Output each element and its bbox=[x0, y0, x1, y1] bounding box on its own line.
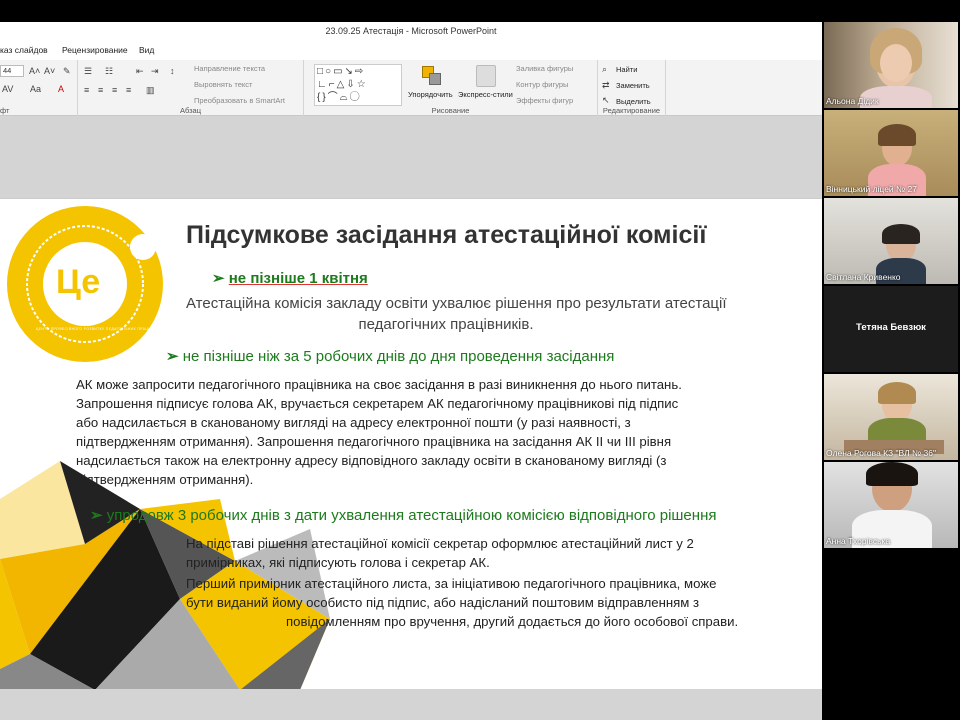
geometric-decoration bbox=[0, 461, 330, 689]
participant-tile[interactable]: Вінницький ліцей № 27 bbox=[824, 110, 958, 196]
drawing-group-label: Рисование bbox=[431, 106, 470, 115]
arrange-button[interactable]: Упорядочить bbox=[408, 90, 453, 99]
bullet1-text: не пізніше 1 квітня bbox=[228, 270, 368, 287]
invitation-line-1: АК може запросити педагогічного працівни… bbox=[76, 377, 682, 392]
invitation-line-2: Запрошення підписує голова АК, вручаєтьс… bbox=[76, 396, 679, 411]
logo-ring-text: ЦЕНТР ПРОФЕСІЙНОГО РОЗВИТКУ ПЕДАГОГІЧНИХ… bbox=[36, 327, 174, 331]
find-button[interactable]: Найти bbox=[616, 65, 637, 74]
align-center-icon[interactable]: ≡ bbox=[98, 85, 103, 95]
font-color-icon[interactable]: A bbox=[58, 84, 64, 94]
line-spacing-icon[interactable]: ↕ bbox=[170, 66, 175, 76]
certificate-line-2: примірниках, які підписують голова і сек… bbox=[186, 555, 490, 570]
columns-icon[interactable]: ▥ bbox=[146, 85, 155, 95]
participant-name: Тетяна Бевзюк bbox=[856, 322, 926, 333]
invitation-line-3: або надсилається в сканованому вигляді н… bbox=[76, 415, 631, 430]
find-icon[interactable]: ⌕ bbox=[602, 64, 607, 74]
participant-tile[interactable]: Альона Дідик bbox=[824, 22, 958, 108]
slide[interactable]: Це ЦЕНТР ПРОФЕСІЙНОГО РОЗВИТКУ ПЕДАГОГІЧ… bbox=[0, 198, 822, 689]
participant-name: Анна Тхорівська bbox=[826, 536, 891, 546]
bullet2-text: не пізніше ніж за 5 робочих днів до дня … bbox=[182, 348, 615, 365]
tab-view[interactable]: Вид bbox=[139, 45, 154, 55]
slide-title: Підсумкове засідання атестаційної комісі… bbox=[186, 221, 707, 249]
align-right-icon[interactable]: ≡ bbox=[112, 85, 117, 95]
certificate-line-4: бути виданий йому особисто під підпис, а… bbox=[186, 595, 700, 610]
replace-button[interactable]: Заменить bbox=[616, 81, 650, 90]
bullet-deadline-3: ➢ упродовж 3 робочих днів з дати ухвален… bbox=[90, 506, 716, 524]
participant-tile[interactable]: Олена Рогова КЗ "ВЛ № 36" bbox=[824, 374, 958, 460]
decision-line-1: Атестаційна комісія закладу освіти ухвал… bbox=[186, 295, 727, 312]
logo-text: Це bbox=[56, 263, 101, 301]
participant-tile[interactable]: Світлана Кривенко bbox=[824, 198, 958, 284]
certificate-line-5: повідомленням про вручення, другий додає… bbox=[286, 614, 739, 629]
replace-icon[interactable]: ⇄ bbox=[602, 80, 610, 90]
tab-review[interactable]: Рецензирование bbox=[62, 45, 128, 55]
certificate-line-3: Перший примірник атестаційного листа, за… bbox=[186, 576, 717, 591]
bullet-deadline-2: ➢ не пізніше ніж за 5 робочих днів до дн… bbox=[166, 347, 614, 365]
title-bar: 23.09.25 Атестація - Microsoft PowerPoin… bbox=[0, 22, 822, 42]
participant-name: Вінницький ліцей № 27 bbox=[826, 184, 917, 194]
participants-panel: Альона Дідик Вінницький ліцей № 27 Світл… bbox=[822, 22, 960, 720]
invitation-line-4: підтвердженням отримання). Запрошення пе… bbox=[76, 434, 672, 449]
editing-group: ⌕ Найти ⇄ Заменить ↖ Выделить Редактиров… bbox=[598, 60, 666, 116]
indent-decrease-icon[interactable]: ⇤ bbox=[136, 66, 144, 76]
font-group: 44 A˄ A˅ ✎ AV Aa A фт bbox=[0, 60, 78, 116]
align-left-icon[interactable]: ≡ bbox=[84, 85, 89, 95]
ribbon: 44 A˄ A˅ ✎ AV Aa A фт ☰ ☷ ⇤ ⇥ ↕ ≡ ≡ ≡ ≡ … bbox=[0, 60, 822, 116]
participant-tile[interactable]: Тетяна Бевзюк bbox=[824, 286, 958, 372]
paragraph-group-label: Абзац bbox=[179, 106, 202, 115]
decision-line-2: педагогічних працівників. bbox=[358, 316, 534, 333]
invitation-line-5: надсилається також на електронну адресу … bbox=[76, 453, 667, 468]
drawing-group: □○▭↘⇨ ∟⌐△⇩☆ {}⌒⌓◯ Упорядочить Экспресс-сти… bbox=[304, 60, 598, 116]
char-spacing-icon[interactable]: AV bbox=[2, 84, 13, 94]
align-text-button[interactable]: Выровнять текст bbox=[194, 80, 252, 89]
window-title: 23.09.25 Атестація - Microsoft PowerPoin… bbox=[325, 26, 497, 36]
shrink-font-icon[interactable]: A˅ bbox=[44, 66, 55, 76]
bullet-deadline-1: ➢ не пізніше 1 квітня bbox=[212, 269, 368, 287]
ribbon-tabs: каз слайдов Рецензирование Вид bbox=[0, 42, 822, 60]
paragraph-group: ☰ ☷ ⇤ ⇥ ↕ ≡ ≡ ≡ ≡ ▥ Направление текста В… bbox=[78, 60, 304, 116]
participant-tile[interactable]: Анна Тхорівська bbox=[824, 462, 958, 548]
select-button[interactable]: Выделить bbox=[616, 97, 651, 106]
bullet3-text: упродовж 3 робочих днів з дати ухвалення… bbox=[106, 507, 717, 524]
shape-effects-button[interactable]: Эффекты фигур bbox=[516, 96, 573, 105]
text-direction-button[interactable]: Направление текста bbox=[194, 64, 265, 73]
bullets-icon[interactable]: ☰ bbox=[84, 66, 92, 76]
shape-outline-button[interactable]: Контур фигуры bbox=[516, 80, 568, 89]
justify-icon[interactable]: ≡ bbox=[126, 85, 131, 95]
participant-name: Світлана Кривенко bbox=[826, 272, 901, 282]
bullet-arrow-icon: ➢ bbox=[90, 507, 107, 524]
participant-name: Альона Дідик bbox=[826, 96, 879, 106]
editing-group-label: Редактирование bbox=[602, 106, 661, 115]
shape-fill-button[interactable]: Заливка фигуры bbox=[516, 64, 573, 73]
indent-increase-icon[interactable]: ⇥ bbox=[151, 66, 159, 76]
certificate-line-1: На підставі рішення атестаційної комісії… bbox=[186, 536, 694, 551]
clear-format-icon[interactable]: ✎ bbox=[63, 66, 71, 76]
numbering-icon[interactable]: ☷ bbox=[105, 66, 113, 76]
font-group-label: фт bbox=[0, 106, 10, 115]
smartart-button[interactable]: Преобразовать в SmartArt bbox=[194, 96, 285, 105]
tab-slideshow[interactable]: каз слайдов bbox=[0, 45, 48, 55]
change-case-icon[interactable]: Aa bbox=[30, 84, 41, 94]
arrange-icon[interactable] bbox=[422, 66, 442, 86]
select-icon[interactable]: ↖ bbox=[602, 95, 610, 105]
powerpoint-window: 23.09.25 Атестація - Microsoft PowerPoin… bbox=[0, 22, 822, 720]
invitation-line-6: підтвердженням отримання). bbox=[76, 472, 254, 487]
bullet-arrow-icon: ➢ bbox=[166, 348, 183, 365]
quick-styles-button[interactable]: Экспресс-стили bbox=[458, 90, 513, 99]
grow-font-icon[interactable]: A˄ bbox=[29, 66, 40, 76]
shapes-gallery[interactable]: □○▭↘⇨ ∟⌐△⇩☆ {}⌒⌓◯ bbox=[314, 64, 402, 106]
font-size-select[interactable]: 44 bbox=[0, 65, 24, 77]
bullet-arrow-icon: ➢ bbox=[212, 270, 229, 287]
quick-styles-icon[interactable] bbox=[476, 65, 496, 87]
screen: 23.09.25 Атестація - Microsoft PowerPoin… bbox=[0, 0, 960, 720]
participant-name: Олена Рогова КЗ "ВЛ № 36" bbox=[826, 448, 936, 458]
